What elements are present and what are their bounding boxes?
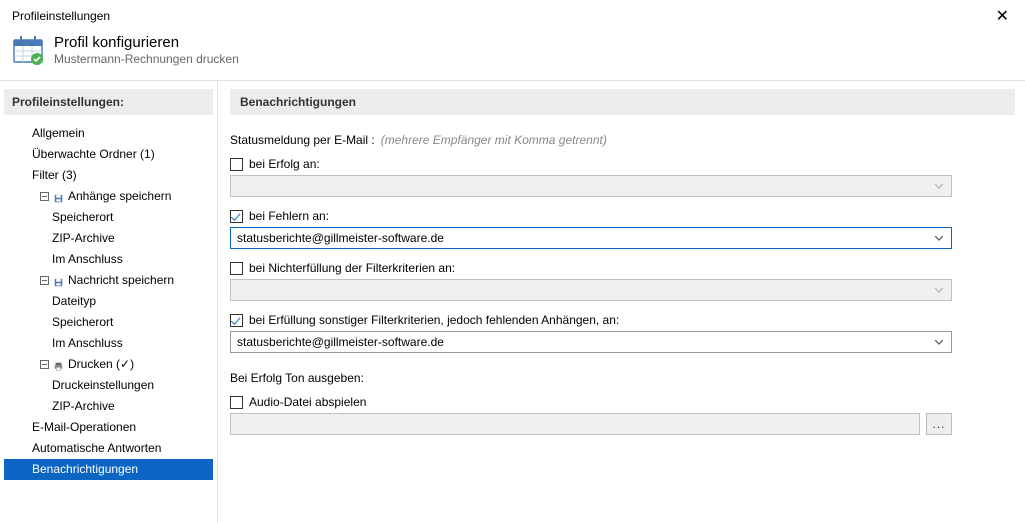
sidebar-item-label: Speicherort bbox=[52, 210, 113, 224]
audio-checkbox[interactable] bbox=[230, 396, 243, 409]
browse-button[interactable]: ... bbox=[926, 413, 952, 435]
sidebar-item-5[interactable]: ZIP-Archive bbox=[4, 228, 213, 249]
sidebar-item-label: Dateityp bbox=[52, 294, 96, 308]
sidebar-item-label: Im Anschluss bbox=[52, 336, 123, 350]
field-3-label: bei Erfüllung sonstiger Filterkriterien,… bbox=[249, 313, 619, 327]
sidebar-header: Profileinstellungen: bbox=[4, 89, 213, 115]
field-1-checkbox[interactable] bbox=[230, 210, 243, 223]
sidebar: Profileinstellungen: Allgemein Überwachte… bbox=[0, 81, 218, 522]
sidebar-item-2[interactable]: Filter (3) bbox=[4, 165, 213, 186]
audio-file-input[interactable] bbox=[230, 413, 920, 435]
group-hint: (mehrere Empfänger mit Komma getrennt) bbox=[381, 133, 607, 147]
chevron-down-icon bbox=[931, 280, 947, 300]
sidebar-item-9[interactable]: Speicherort bbox=[4, 312, 213, 333]
sidebar-item-6[interactable]: Im Anschluss bbox=[4, 249, 213, 270]
sidebar-item-8[interactable]: Dateityp bbox=[4, 291, 213, 312]
sidebar-item-7[interactable]: Nachricht speichern bbox=[4, 270, 213, 291]
sidebar-item-16[interactable]: Benachrichtigungen bbox=[4, 459, 213, 480]
page-subtitle: Mustermann-Rechnungen drucken bbox=[54, 52, 239, 66]
sidebar-item-10[interactable]: Im Anschluss bbox=[4, 333, 213, 354]
section-header: Benachrichtigungen bbox=[230, 89, 1015, 115]
expander-icon[interactable] bbox=[40, 192, 49, 201]
sidebar-item-12[interactable]: Druckeinstellungen bbox=[4, 375, 213, 396]
field-3-checkbox[interactable] bbox=[230, 314, 243, 327]
sidebar-item-11[interactable]: Drucken (✓) bbox=[4, 354, 213, 375]
sidebar-item-label: Drucken (✓) bbox=[68, 357, 134, 372]
field-2-label: bei Nichterfüllung der Filterkriterien a… bbox=[249, 261, 455, 275]
sidebar-item-label: Automatische Antworten bbox=[32, 441, 161, 455]
page-title: Profil konfigurieren bbox=[54, 34, 239, 51]
close-icon[interactable]: ✕ bbox=[990, 6, 1015, 26]
expander-icon[interactable] bbox=[40, 276, 49, 285]
field-1-combo[interactable]: statusberichte@gillmeister-software.de bbox=[230, 227, 952, 249]
sidebar-item-label: Im Anschluss bbox=[52, 252, 123, 266]
field-2-checkbox[interactable] bbox=[230, 262, 243, 275]
chevron-down-icon[interactable] bbox=[931, 332, 947, 352]
field-1-label: bei Fehlern an: bbox=[249, 209, 329, 223]
field-0-combo bbox=[230, 175, 952, 197]
sidebar-item-0[interactable]: Allgemein bbox=[4, 123, 213, 144]
calendar-icon bbox=[12, 34, 44, 66]
sound-group-label: Bei Erfolg Ton ausgeben: bbox=[230, 371, 1015, 385]
window-title: Profileinstellungen bbox=[12, 9, 110, 23]
sidebar-item-label: Allgemein bbox=[32, 126, 85, 140]
sidebar-item-label: Benachrichtigungen bbox=[32, 462, 138, 476]
sidebar-item-1[interactable]: Überwachte Ordner (1) bbox=[4, 144, 213, 165]
content-panel: Benachrichtigungen Statusmeldung per E-M… bbox=[218, 81, 1025, 522]
sidebar-item-label: ZIP-Archive bbox=[52, 231, 115, 245]
sidebar-item-label: Überwachte Ordner (1) bbox=[32, 147, 155, 161]
sidebar-item-14[interactable]: E-Mail-Operationen bbox=[4, 417, 213, 438]
audio-checkbox-label: Audio-Datei abspielen bbox=[249, 395, 366, 409]
sidebar-item-4[interactable]: Speicherort bbox=[4, 207, 213, 228]
field-0-checkbox[interactable] bbox=[230, 158, 243, 171]
field-3-value: statusberichte@gillmeister-software.de bbox=[237, 335, 931, 349]
field-3-combo[interactable]: statusberichte@gillmeister-software.de bbox=[230, 331, 952, 353]
sidebar-item-label: E-Mail-Operationen bbox=[32, 420, 136, 434]
field-2-combo bbox=[230, 279, 952, 301]
chevron-down-icon[interactable] bbox=[931, 228, 947, 248]
sidebar-item-label: Anhänge speichern bbox=[68, 189, 171, 204]
sidebar-item-13[interactable]: ZIP-Archive bbox=[4, 396, 213, 417]
sidebar-item-15[interactable]: Automatische Antworten bbox=[4, 438, 213, 459]
sidebar-item-3[interactable]: Anhänge speichern bbox=[4, 186, 213, 207]
sidebar-item-label: Filter (3) bbox=[32, 168, 77, 182]
expander-icon[interactable] bbox=[40, 360, 49, 369]
save-icon bbox=[54, 192, 63, 201]
print-icon bbox=[54, 360, 63, 369]
field-1-value: statusberichte@gillmeister-software.de bbox=[237, 231, 931, 245]
chevron-down-icon bbox=[931, 176, 947, 196]
sidebar-item-label: Nachricht speichern bbox=[68, 273, 174, 288]
save-icon bbox=[54, 276, 63, 285]
field-0-label: bei Erfolg an: bbox=[249, 157, 320, 171]
sidebar-item-label: ZIP-Archive bbox=[52, 399, 115, 413]
sidebar-item-label: Druckeinstellungen bbox=[52, 378, 154, 392]
group-label: Statusmeldung per E-Mail : bbox=[230, 133, 375, 147]
sidebar-item-label: Speicherort bbox=[52, 315, 113, 329]
